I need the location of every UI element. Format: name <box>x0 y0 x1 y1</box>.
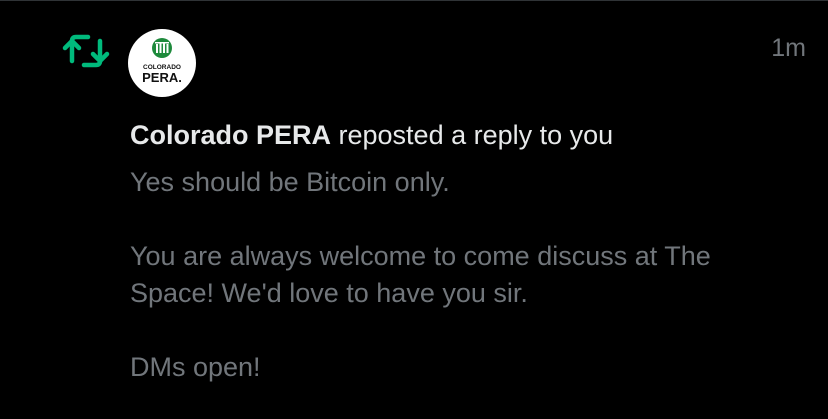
timestamp[interactable]: 1m <box>771 33 806 63</box>
reply-line: You are always welcome to come discuss a… <box>130 241 711 308</box>
avatar[interactable]: COLORADO PERA. <box>128 29 196 97</box>
action-text: reposted a reply to you <box>331 120 614 150</box>
notification-item[interactable]: COLORADO PERA. 1m Colorado PERA reposted… <box>0 0 828 419</box>
notification-headline: Colorado PERA reposted a reply to you <box>130 118 613 152</box>
reply-line: DMs open! <box>130 352 261 382</box>
colorado-pera-logo-icon <box>152 38 172 58</box>
reply-text: Yes should be Bitcoin only. You are alwa… <box>130 164 790 386</box>
logo-bottom-text: PERA. <box>142 70 182 85</box>
reply-line: Yes should be Bitcoin only. <box>130 167 450 197</box>
repost-icon <box>62 31 110 71</box>
account-name-link[interactable]: Colorado PERA <box>130 120 331 150</box>
